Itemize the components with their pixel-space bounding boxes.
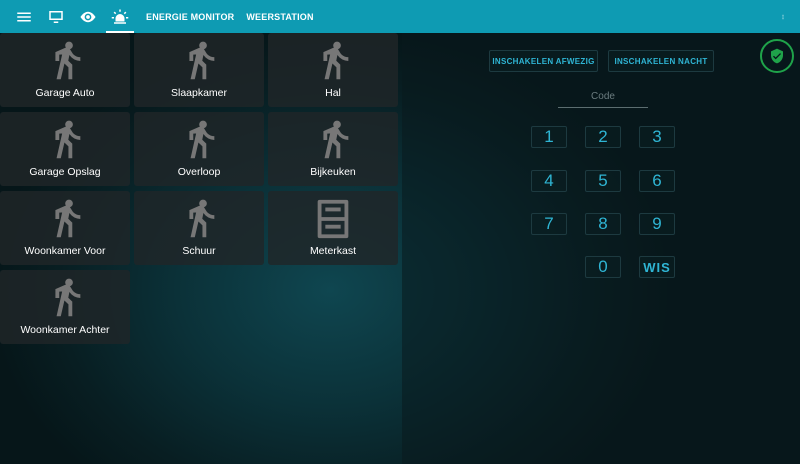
keypad-key-3[interactable]: 3 [639, 126, 675, 148]
walk-icon [323, 41, 349, 80]
sensor-tile-garage-auto[interactable]: Garage Auto [0, 33, 130, 107]
sensor-label: Meterkast [309, 245, 357, 257]
keypad-clear-button[interactable]: WIS [639, 256, 675, 278]
keypad-key-5[interactable]: 5 [585, 170, 621, 192]
tab-alarm[interactable] [104, 0, 136, 33]
keypad-key-8[interactable]: 8 [585, 213, 621, 235]
sensor-tile-schuur[interactable]: Schuur [134, 191, 264, 265]
sensor-tile-overloop[interactable]: Overloop [134, 112, 264, 186]
sensor-tile-hal[interactable]: Hal [268, 33, 398, 107]
arm-night-button[interactable]: INSCHAKELEN NACHT [608, 50, 714, 72]
arm-away-button[interactable]: INSCHAKELEN AFWEZIG [489, 50, 598, 72]
walk-icon [55, 41, 81, 80]
sensor-tile-bijkeuken[interactable]: Bijkeuken [268, 112, 398, 186]
monitor-icon [49, 10, 63, 23]
sensor-label: Bijkeuken [310, 166, 356, 178]
alarm-panel: INSCHAKELEN AFWEZIG INSCHAKELEN NACHT Co… [402, 33, 800, 464]
walk-icon [189, 120, 215, 159]
top-app-bar: ENERGIE MONITOR WEERSTATION [0, 0, 800, 33]
sensor-tile-woonkamer-voor[interactable]: Woonkamer Voor [0, 191, 130, 265]
menu-button[interactable] [8, 0, 40, 33]
sensor-tile-woonkamer-achter[interactable]: Woonkamer Achter [0, 270, 130, 344]
keypad-key-6[interactable]: 6 [639, 170, 675, 192]
tab-eye[interactable] [72, 0, 104, 33]
walk-icon [189, 41, 215, 80]
tab-energie-monitor[interactable]: ENERGIE MONITOR [140, 0, 240, 33]
sensor-label: Overloop [177, 166, 221, 178]
keypad-key-2[interactable]: 2 [585, 126, 621, 148]
alarm-status-badge [760, 39, 794, 73]
overflow-menu-button[interactable] [780, 9, 786, 25]
sensor-tile-meterkast[interactable]: Meterkast [268, 191, 398, 265]
keypad-key-9[interactable]: 9 [639, 213, 675, 235]
keypad-key-7[interactable]: 7 [531, 213, 567, 235]
sensor-grid: Garage Auto Slaapkamer Hal Garage Opslag… [0, 33, 402, 464]
keypad-key-4[interactable]: 4 [531, 170, 567, 192]
sensor-label: Hal [325, 87, 341, 99]
sensor-tile-garage-opslag[interactable]: Garage Opslag [0, 112, 130, 186]
walk-icon [55, 199, 81, 238]
sensor-label: Woonkamer Achter [20, 324, 110, 336]
keypad-key-0[interactable]: 0 [585, 256, 621, 278]
eye-icon [80, 11, 96, 22]
alarm-light-icon [111, 9, 129, 24]
tab-weerstation[interactable]: WEERSTATION [240, 0, 319, 33]
sensor-label: Garage Opslag [29, 166, 101, 178]
dots-vertical-icon [782, 14, 784, 20]
code-input[interactable]: Code [558, 91, 648, 108]
cabinet-icon [317, 199, 349, 239]
walk-icon [323, 120, 349, 159]
walk-icon [55, 120, 81, 159]
sensor-label: Schuur [182, 245, 216, 257]
sensor-label: Slaapkamer [170, 87, 228, 99]
sensor-label: Woonkamer Voor [24, 245, 106, 257]
walk-icon [55, 278, 81, 317]
tab-monitor[interactable] [40, 0, 72, 33]
hamburger-icon [17, 12, 31, 21]
walk-icon [189, 199, 215, 238]
keypad-key-1[interactable]: 1 [531, 126, 567, 148]
shield-check-icon [771, 48, 783, 64]
sensor-label: Garage Auto [35, 87, 95, 99]
sensor-tile-slaapkamer[interactable]: Slaapkamer [134, 33, 264, 107]
